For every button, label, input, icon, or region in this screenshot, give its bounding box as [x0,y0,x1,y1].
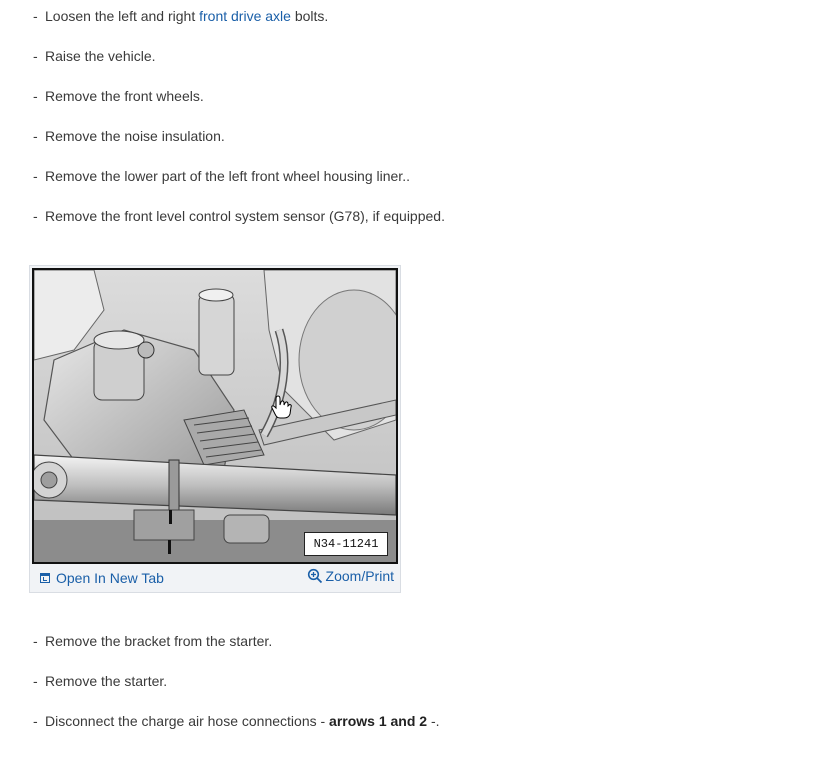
figure-illustration[interactable]: N34-11241 [32,268,398,564]
figure-label: N34-11241 [304,532,388,556]
zoom-print-button[interactable]: Zoom/Print [307,568,394,584]
engine-illustration [34,270,396,562]
front-drive-axle-link[interactable]: front drive axle [199,8,291,24]
step-raise-vehicle: - Raise the vehicle. [33,48,156,64]
open-in-new-tab-button[interactable]: Open In New Tab [40,570,164,586]
step-remove-starter: - Remove the starter. [33,673,168,689]
step-remove-sensor: - Remove the front level control system s… [33,208,445,224]
step-remove-liner: - Remove the lower part of the left front… [33,168,410,184]
step-remove-bracket: - Remove the bracket from the starter. [33,633,273,649]
open-new-tab-icon [40,573,50,583]
figure-card: N34-11241 Open In New Tab Zoom/Print [29,265,401,593]
step-loosen-axle-bolts: - Loosen the left and right front drive a… [33,8,329,24]
step-remove-insulation: - Remove the noise insulation. [33,128,225,144]
step-disconnect-hoses: - Disconnect the charge air hose connecti… [33,713,440,729]
figure-toolbar: Open In New Tab Zoom/Print [30,566,400,590]
step-remove-wheels: - Remove the front wheels. [33,88,204,104]
zoom-icon [307,568,322,584]
